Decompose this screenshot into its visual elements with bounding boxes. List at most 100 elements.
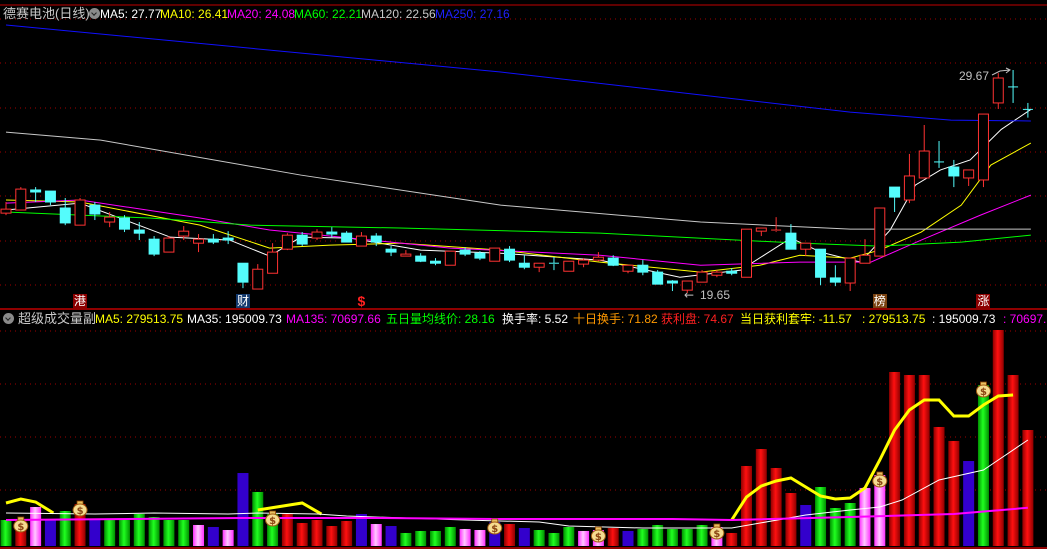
volume-indicator-8: : 279513.75 — [862, 312, 926, 326]
volume-bar — [459, 528, 471, 546]
candle — [563, 260, 575, 272]
ma-indicator-ma20: MA20: 24.08 — [227, 7, 296, 21]
volume-bar — [148, 516, 160, 546]
high-arrow-icon — [991, 67, 1011, 76]
money-bag-icon: $ — [872, 471, 888, 488]
candlesticks — [0, 70, 1033, 294]
volume-bar — [800, 504, 812, 546]
volume-indicator-9: : 195009.73 — [932, 312, 996, 326]
ma-indicator-ma60: MA60: 22.21 — [294, 7, 363, 21]
volume-bar — [0, 520, 12, 546]
volume-indicator-10: : 70697.66 — [1003, 312, 1047, 326]
low-arrow-icon: ← — [684, 288, 694, 302]
event-marker-4[interactable]: 涨 — [976, 294, 991, 308]
ma-indicator-ma5: MA5: 27.77 — [100, 7, 162, 21]
volume-panel-header: 超级成交量副 MA5: 279513.75 MA35: 195009.73 MA13… — [0, 311, 1047, 327]
volume-bar — [311, 520, 323, 546]
main-panel-header: 德赛电池(日线) MA5: 27.77 MA10: 26.41 MA20: 24.0… — [0, 6, 1047, 22]
candle — [15, 187, 27, 211]
candle — [385, 246, 397, 257]
candle — [637, 260, 649, 276]
money-bag-icon: $ — [709, 523, 725, 540]
money-bag-icon: $ — [975, 381, 991, 398]
volume-indicator-5: 十日换手: 71.82 — [573, 312, 658, 326]
bag-glyph: $ — [269, 516, 276, 527]
candle — [696, 270, 708, 283]
low-price-label: 19.65 — [700, 288, 730, 302]
candle — [785, 224, 797, 250]
candle — [859, 239, 871, 264]
candle — [755, 227, 767, 237]
volume-bar — [622, 530, 634, 546]
indicator-title[interactable]: 超级成交量副 — [18, 311, 96, 327]
volume-bar — [326, 526, 338, 546]
event-marker-0[interactable]: 港 — [73, 294, 88, 308]
volume-bar — [741, 465, 752, 546]
volume-bar — [370, 524, 382, 546]
bag-glyph: $ — [876, 477, 883, 488]
volume-bar — [607, 528, 619, 546]
volume-bar — [444, 526, 456, 546]
candle — [874, 207, 886, 257]
dropdown-chevron-icon[interactable] — [3, 313, 14, 324]
candle — [281, 233, 293, 251]
money-bag-icon: $ — [590, 526, 606, 543]
bag-glyph: $ — [595, 532, 602, 543]
candle — [207, 234, 219, 245]
ma-indicator-ma120: MA120: 22.56 — [361, 7, 436, 21]
volume-indicator-6: 获利盘: 74.67 — [661, 312, 734, 326]
volume-bar — [44, 520, 56, 546]
volume-bar — [237, 473, 249, 546]
event-marker-3[interactable]: 榜 — [872, 294, 887, 308]
volume-bar — [533, 530, 545, 546]
candle — [800, 242, 812, 257]
candle — [666, 280, 678, 292]
volume-indicator-1: MA35: 195009.73 — [187, 312, 282, 326]
dropdown-chevron-icon[interactable] — [89, 8, 100, 19]
volume-bar — [518, 528, 530, 546]
volume-indicator-7: 当日获利套牢: -11.57 — [740, 312, 852, 326]
volume-bar — [578, 530, 590, 546]
candle — [89, 202, 101, 221]
event-marker-1[interactable]: 财 — [235, 294, 250, 308]
ma-line-ma250 — [5, 24, 1031, 122]
volume-bar — [933, 426, 945, 546]
volume-bar — [207, 526, 219, 546]
volume-indicator-3: 五日量均线价: 28.16 — [386, 312, 495, 326]
candle — [74, 197, 86, 226]
candle — [548, 257, 559, 271]
volume-bar — [666, 528, 678, 546]
volume-bar — [1022, 430, 1034, 546]
volume-bar — [104, 520, 116, 546]
event-marker-2[interactable]: $ — [354, 294, 368, 308]
candle — [711, 270, 723, 278]
volume-bar — [637, 528, 649, 546]
candle — [622, 264, 634, 274]
volume-bar — [222, 530, 234, 546]
volume-bar — [755, 449, 767, 546]
stock-chart[interactable]: $ $ $ $ $ $ $ $ 29.67 ← 19.65 — [0, 0, 1047, 549]
bag-glyph: $ — [713, 529, 720, 540]
volume-bar — [89, 520, 101, 546]
candle — [934, 141, 945, 168]
candle — [0, 202, 12, 216]
candle — [133, 222, 145, 241]
candle — [237, 262, 249, 289]
volume-bar — [163, 520, 175, 546]
candle — [118, 215, 130, 233]
volume-bar — [474, 530, 486, 546]
volume-indicator-0: MA5: 279513.75 — [95, 312, 184, 326]
candle — [252, 264, 264, 290]
volume-bar — [1007, 375, 1019, 546]
candle — [518, 255, 530, 270]
candle — [652, 270, 664, 285]
candle — [341, 231, 353, 243]
candle — [977, 113, 989, 188]
candle — [44, 190, 56, 206]
volume-bar — [178, 520, 190, 546]
candle — [889, 186, 901, 213]
stock-title[interactable]: 德赛电池(日线) — [3, 6, 90, 22]
volume-line-ma5 — [5, 497, 55, 515]
ma-indicator-ma10: MA10: 26.41 — [160, 7, 229, 21]
candle — [918, 124, 930, 179]
